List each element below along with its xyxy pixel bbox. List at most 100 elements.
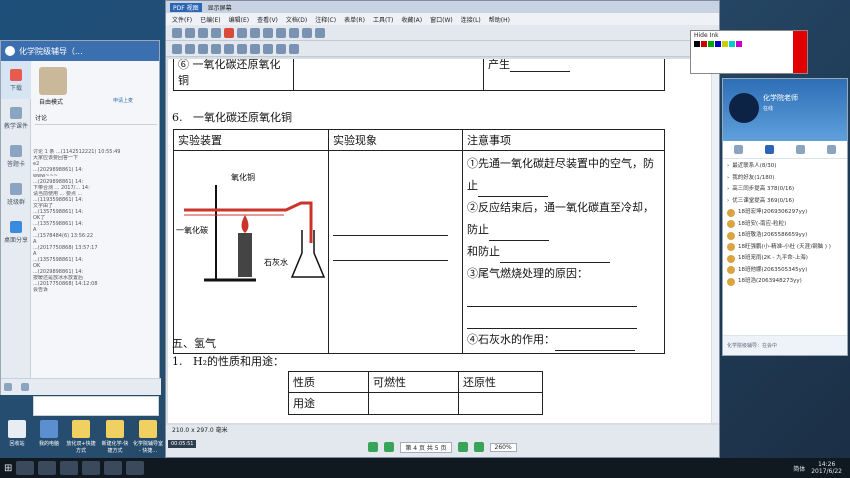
- contact-item[interactable]: › 高三同步提高 378(0/16): [727, 184, 843, 196]
- taskbar-app-1-icon[interactable]: [16, 461, 35, 475]
- menu-item[interactable]: 文件(F): [172, 15, 192, 24]
- image-icon[interactable]: [20, 383, 29, 391]
- taskbar-app-3-icon[interactable]: [60, 461, 79, 475]
- mail-icon[interactable]: [211, 27, 221, 38]
- clock[interactable]: 14:26 2017/6/22: [811, 461, 842, 475]
- tab-home-icon[interactable]: [734, 145, 743, 154]
- contact-item[interactable]: › 最近联系人(8/30): [727, 161, 843, 173]
- select-icon[interactable]: [172, 43, 182, 54]
- pdf-icon[interactable]: [224, 27, 234, 38]
- zoom-in-icon[interactable]: [302, 27, 312, 38]
- menu-item[interactable]: 注释(C): [315, 15, 336, 24]
- hand-icon[interactable]: [185, 43, 195, 54]
- contact-item[interactable]: 18旺强鹏(小-精准-小杜 (天涯)钢脑 ) ): [727, 242, 843, 254]
- first-page-icon[interactable]: [368, 442, 379, 452]
- menu-item[interactable]: 编辑(E): [229, 15, 249, 24]
- contact-item[interactable]: 18班敬浩(2065586659yy): [727, 230, 843, 242]
- swatch-cyan[interactable]: [729, 41, 735, 47]
- highlight-icon[interactable]: [224, 43, 234, 54]
- prev-page-icon[interactable]: [384, 442, 395, 452]
- arrow-icon[interactable]: [289, 43, 299, 54]
- pdf-tab-screen[interactable]: 显示屏幕: [208, 3, 232, 12]
- desktop-icon-shortcut-1[interactable]: 放化双+快捷方式: [66, 420, 96, 454]
- contact-label: 18班敬浩(2065586659yy): [738, 232, 808, 238]
- tab-contacts-icon[interactable]: [765, 145, 774, 154]
- nav-answer-card[interactable]: 答题卡: [1, 137, 31, 175]
- contact-item[interactable]: 18班浩(2063948273yy): [727, 276, 843, 288]
- paste-icon[interactable]: [250, 27, 260, 38]
- pen-icon[interactable]: [211, 43, 221, 54]
- taskbar-app-2-icon[interactable]: [38, 461, 57, 475]
- page-indicator[interactable]: 第 4 页 共 5 页: [400, 441, 452, 453]
- hide-ink-toggle[interactable]: Hide Ink: [691, 31, 807, 40]
- contact-item[interactable]: › 优三课堂提高 369(0/16): [727, 196, 843, 208]
- swatch-red[interactable]: [701, 41, 707, 47]
- answer-card-icon: [10, 144, 22, 157]
- desktop-icon-shortcut-2[interactable]: 新建化学-快捷方式: [100, 420, 130, 454]
- menu-item[interactable]: 窗口(W): [430, 15, 453, 24]
- contact-avatar-icon: [727, 243, 735, 252]
- open-icon[interactable]: [172, 27, 182, 38]
- line-icon[interactable]: [276, 43, 286, 54]
- input-language[interactable]: 简体: [793, 464, 805, 473]
- current-color[interactable]: [793, 31, 807, 73]
- contact-item[interactable]: 18班宠雨(2K - 九平命-上海): [727, 253, 843, 265]
- menu-item[interactable]: 已编(E): [200, 15, 220, 24]
- swatch-magenta[interactable]: [736, 41, 742, 47]
- contact-avatar-icon: [727, 266, 735, 275]
- swatch-black[interactable]: [694, 41, 700, 47]
- desktop-icon-recycle-bin[interactable]: 回收站: [2, 420, 32, 447]
- nav-group[interactable]: 班级群: [1, 175, 31, 213]
- desktop-icon-my-computer[interactable]: 我的电脑: [34, 420, 64, 447]
- nav-download[interactable]: 下载: [1, 61, 31, 99]
- swatch-green[interactable]: [708, 41, 714, 47]
- taskbar-app-4-icon[interactable]: [82, 461, 101, 475]
- tab-chats-icon[interactable]: [827, 145, 836, 154]
- profile-avatar[interactable]: [729, 93, 759, 123]
- swatch-blue[interactable]: [715, 41, 721, 47]
- contact-item[interactable]: 18班宏坤(2069306297yy): [727, 207, 843, 219]
- desktop-icon-shortcut-3[interactable]: 化学院辅导室 - 快捷...: [133, 420, 163, 454]
- contact-footer[interactable]: 化学院级辅导：在会中: [723, 335, 847, 355]
- tab-groups-icon[interactable]: [796, 145, 805, 154]
- nav-screen-share[interactable]: 桌面分享: [1, 213, 31, 251]
- next-page-icon[interactable]: [457, 442, 468, 452]
- menu-item[interactable]: 表单(R): [344, 15, 365, 24]
- contact-item[interactable]: 18班他娜(2063505345yy): [727, 265, 843, 277]
- find-icon[interactable]: [289, 27, 299, 38]
- pdf-nav-bar: 第 4 页 共 5 页 260%: [166, 437, 719, 457]
- text-icon[interactable]: [237, 43, 247, 54]
- contact-item[interactable]: 18班安(-南应-粒粒): [727, 219, 843, 231]
- discussion-tab[interactable]: 讨论: [35, 113, 157, 125]
- zoom-out-icon[interactable]: [315, 27, 325, 38]
- undo-icon[interactable]: [263, 27, 273, 38]
- shape-icon[interactable]: [250, 43, 260, 54]
- menu-item[interactable]: 连接(L): [461, 15, 481, 24]
- menu-item[interactable]: 收藏(A): [401, 15, 422, 24]
- pdf-tab-view[interactable]: PDF 视图: [170, 2, 202, 12]
- copy-icon[interactable]: [237, 27, 247, 38]
- save-icon[interactable]: [185, 27, 195, 38]
- swatch-yellow[interactable]: [722, 41, 728, 47]
- last-page-icon[interactable]: [473, 442, 484, 452]
- snapshot-icon[interactable]: [198, 43, 208, 54]
- windows-start-icon[interactable]: ⊞: [4, 463, 12, 474]
- menu-item[interactable]: 查看(V): [257, 15, 278, 24]
- menu-item[interactable]: 帮助(H): [489, 15, 510, 24]
- pdf-vertical-scrollbar[interactable]: [712, 59, 719, 423]
- zoom-select[interactable]: 260%: [489, 442, 517, 452]
- nav-courseware[interactable]: 教学课件: [1, 99, 31, 137]
- taskbar-app-6-icon[interactable]: [126, 461, 145, 475]
- apply-mic-link[interactable]: 申请上麦: [113, 97, 133, 104]
- menu-item[interactable]: 文档(D): [286, 15, 307, 24]
- redo-icon[interactable]: [276, 27, 286, 38]
- folder-icon: [72, 420, 90, 438]
- stamp-icon[interactable]: [263, 43, 273, 54]
- contact-item[interactable]: › 我的好友(1/180): [727, 173, 843, 185]
- print-icon[interactable]: [198, 27, 208, 38]
- menu-item[interactable]: 工具(T): [373, 15, 393, 24]
- emoji-icon[interactable]: [4, 383, 12, 391]
- taskbar-app-5-icon[interactable]: [104, 461, 123, 475]
- chat-input[interactable]: [33, 396, 159, 416]
- row6-label: ⑥ 一氧化碳还原氧化铜: [178, 59, 281, 87]
